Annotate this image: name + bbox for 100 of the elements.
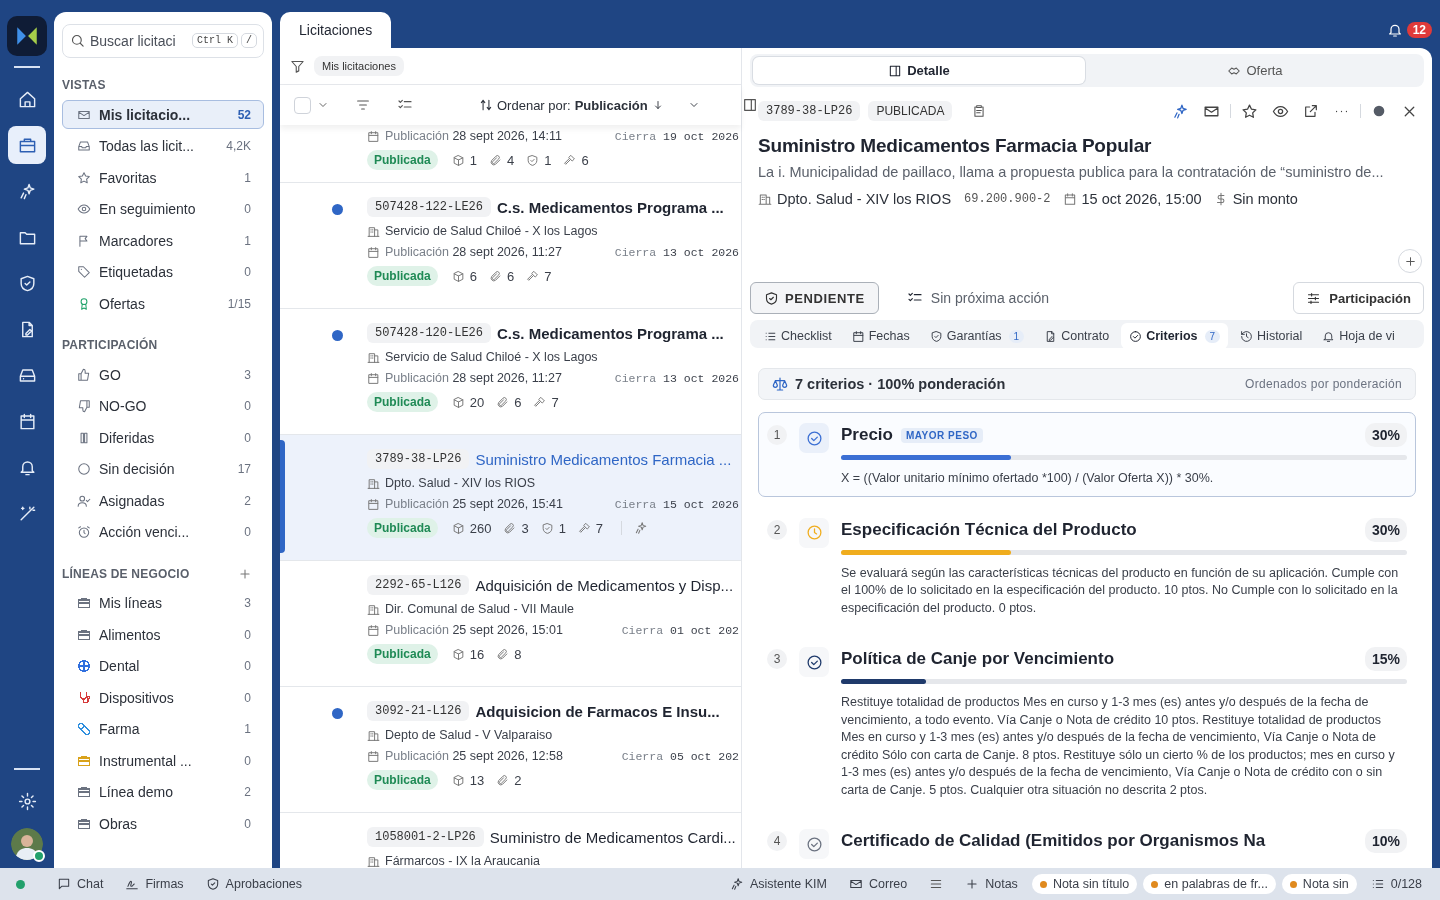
section-tab[interactable]: Garantías 1 [921, 323, 1033, 348]
app-logo[interactable] [7, 16, 47, 56]
shield-icon [205, 877, 220, 891]
sidebar-item[interactable]: GO 3 [62, 360, 264, 389]
stat-count: 20 [469, 394, 485, 410]
package-icon [451, 521, 465, 535]
user-avatar[interactable] [11, 828, 43, 860]
tender-code: 507428-122-LE26 [367, 197, 492, 217]
building-icon [367, 350, 380, 364]
tender-row[interactable]: 507428-122-LE26 C.s. Medicamentos Programa ... Servicio de Salud Chiloé - X los Lagos Publicación 28 sept 2026, 11:27 Cierra 13 oct 2026 Publicada 6 6 7 [280, 183, 741, 309]
note-chip[interactable]: en palabras de fr... [1143, 874, 1276, 894]
building-icon [367, 224, 380, 238]
select-all-checkbox[interactable] [294, 96, 311, 114]
sidebar-item[interactable]: Alimentos 0 [62, 620, 264, 649]
sort-button[interactable]: Ordenar por: Publicación [479, 97, 700, 113]
sparkle-icon[interactable] [1172, 102, 1189, 120]
tender-row[interactable]: 3789-38-LP26 Suministro Medicamentos Farmacia ... Dpto. Salud - XIV los RIOS Publicación 25 sept 2026, 15:41 Cierra 15 oct 2026 Publicada 260 3 1 7 [280, 435, 741, 561]
organization-name: Fármarcos - IX la Araucania [385, 854, 540, 868]
counter-button[interactable]: 0/128 [1362, 877, 1430, 891]
section-tab[interactable]: Fechas [843, 323, 918, 348]
note-chip[interactable]: Nota sin título [1031, 874, 1138, 894]
sidebar-item[interactable]: En seguimiento 0 [62, 194, 264, 224]
sidebar-item[interactable]: Dispositivos 0 [62, 683, 264, 712]
sidebar-item[interactable]: Sin decisión 17 [62, 454, 264, 484]
sidebar-item[interactable]: Etiquetadas 0 [62, 257, 264, 287]
organization-name: Dir. Comunal de Salud - VII Maule [385, 602, 574, 616]
notifications-icon[interactable] [1386, 22, 1403, 38]
section-title: PARTICIPACIÓN [62, 338, 158, 352]
plus-icon [238, 566, 252, 581]
note-title: Nota sin [1302, 877, 1349, 891]
section-tab[interactable]: Criterios 7 [1121, 323, 1229, 348]
page-tab[interactable]: Licitaciones [280, 12, 392, 48]
paperclip-icon [496, 395, 510, 409]
sidebar-item[interactable]: Línea demo 2 [62, 777, 264, 807]
thumbs-down-icon [77, 399, 91, 413]
view-tab[interactable]: Oferta [1089, 57, 1421, 84]
sidebar-item[interactable]: Marcadores 1 [62, 226, 264, 255]
sidebar-item[interactable]: NO-GO 0 [62, 391, 264, 421]
tax-id: 69.200.900-2 [964, 192, 1051, 206]
menu-icon[interactable] [929, 877, 944, 891]
bottom-bar-button[interactable]: Aprobaciones [197, 877, 311, 891]
bottom-bar-button[interactable]: Firmas [117, 877, 192, 891]
criterion-rank: 1 [767, 425, 787, 445]
package-icon [451, 153, 465, 167]
view-tab[interactable]: Detalle [753, 57, 1085, 84]
notes-button[interactable]: Notas [957, 877, 1026, 891]
participation-button[interactable]: Participación [1293, 282, 1424, 314]
criterion-card[interactable]: 4 Certificado de Calidad (Emitidos por Organismos Na 10% [758, 818, 1416, 868]
section-tab[interactable]: Historial [1232, 323, 1311, 348]
eye-icon [77, 202, 91, 216]
deadline: 15 oct 2026, 15:00 [1081, 191, 1202, 207]
closing-date: Cierra 15 oct 2026 [614, 497, 740, 511]
keyboard-shortcut: / [241, 33, 257, 48]
bottom-bar-button[interactable]: Chat [49, 877, 112, 891]
sidebar-item[interactable]: Obras 0 [62, 809, 264, 838]
stat-count: 7 [544, 268, 552, 284]
rail-briefcase-button[interactable] [8, 126, 46, 164]
tender-row[interactable]: Publicación 28 sept 2026, 14:11 Cierra 19 oct 2026 Publicada 1 4 1 6 [280, 125, 741, 183]
publication-date: Publicación 28 sept 2026, 11:27 [385, 245, 562, 259]
clipboard-icon[interactable] [972, 104, 987, 118]
calendar-icon [1062, 192, 1077, 206]
star-icon[interactable] [1241, 102, 1258, 120]
package-icon [451, 647, 465, 661]
criterion-card[interactable]: 1 Precio MAYOR PESO 30% X = ((Valor unitario mínimo ofertado *100) / (Valor Oferta X)) * 30%. [758, 412, 1416, 497]
record-icon[interactable] [1371, 103, 1387, 119]
sparkle-icon[interactable] [634, 521, 649, 535]
filter-chip[interactable]: Mis licitaciones [314, 56, 404, 76]
sidebar-item[interactable]: Instrumental ... 0 [62, 746, 264, 775]
paperclip-icon [496, 773, 510, 787]
publication-date: Publicación 25 sept 2026, 15:41 [385, 497, 563, 511]
panel-toggle-icon[interactable] [741, 97, 758, 113]
sidebar-item[interactable]: Favoritas 1 [62, 163, 264, 192]
mail-button[interactable]: Correo [841, 877, 916, 891]
stat-count: 3 [521, 520, 529, 536]
tender-row[interactable]: 3092-21-L126 Adquisicion de Farmacos E Insu... Depto de Salud - V Valparaiso Publicación 25 sept 2026, 12:58 Cierra 05 oct 202 Publicada 13 2 [280, 687, 741, 813]
decision-button[interactable]: PENDIENTE [750, 282, 879, 314]
sidebar-item[interactable]: Farma 1 [62, 714, 264, 744]
publication-date: Publicación 25 sept 2026, 15:01 [385, 623, 563, 637]
sidebar-item[interactable]: Asignadas 2 [62, 486, 264, 515]
section-tab[interactable]: Checklist [756, 323, 840, 348]
filter-icon[interactable] [290, 58, 305, 74]
sidebar-item[interactable]: Acción venci... 0 [62, 517, 264, 547]
sidebar-item[interactable]: Mis licitacio... 52 [62, 100, 264, 129]
next-action: Sin próxima acción [930, 290, 1050, 306]
settings-icon [17, 791, 37, 811]
sidebar-item[interactable]: Mis líneas 3 [62, 588, 264, 618]
tender-row[interactable]: 2292-65-L126 Adquisición de Medicamentos y Disp... Dir. Comunal de Salud - VII Maule Publicación 25 sept 2026, 15:01 Cierra 01 oct 202 Publicada 16 8 [280, 561, 741, 687]
calendar-icon [17, 411, 37, 431]
section-tab[interactable]: Contrato [1036, 323, 1118, 348]
sidebar-item[interactable]: Dental 0 [62, 651, 264, 681]
sidebar-item[interactable]: Todas las licit... 4,2K [62, 131, 264, 161]
alarm-clock-icon [77, 525, 91, 539]
section-tab[interactable]: Hoja de vi [1314, 323, 1403, 348]
assistant-button[interactable]: Asistente KIM [721, 877, 835, 891]
sidebar-item[interactable]: Ofertas 1/15 [62, 289, 264, 318]
shield-icon [764, 290, 779, 306]
note-chip[interactable]: Nota sin [1281, 874, 1357, 894]
external-link-icon[interactable] [1303, 103, 1319, 119]
stat-count: 260 [469, 520, 492, 536]
sidebar-item[interactable]: Diferidas 0 [62, 423, 264, 452]
